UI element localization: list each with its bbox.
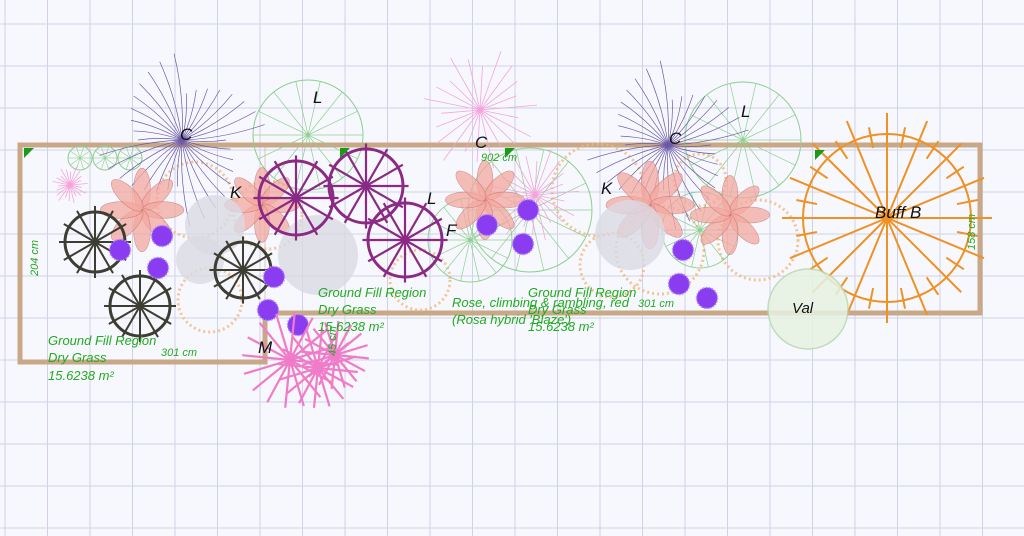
purple-aster	[256, 298, 280, 322]
plant-label-l: L	[313, 88, 322, 107]
svg-text:Ground Fill Region: Ground Fill Region	[318, 285, 426, 300]
plant-label-buff-b: Buff B	[875, 203, 921, 222]
grass-ring	[388, 248, 452, 312]
plant-label-l: L	[741, 102, 750, 121]
plant-label-k: K	[601, 179, 613, 198]
dark-wheel-plant[interactable]	[104, 270, 176, 342]
svg-text:Rose, climbing & rambling, red: Rose, climbing & rambling, red	[452, 295, 630, 310]
purple-aster	[667, 272, 691, 296]
svg-text:Dry Grass: Dry Grass	[318, 302, 377, 317]
purple-aster	[262, 265, 286, 289]
plant-label-c: C	[475, 133, 488, 152]
purple-aster	[108, 238, 132, 262]
dimension-label: 204 cm	[29, 240, 41, 277]
buff-b-tick	[899, 287, 907, 309]
buff-b-tick	[956, 198, 978, 206]
svg-text:Dry Grass: Dry Grass	[48, 350, 107, 365]
svg-text:15.6238 m²: 15.6238 m²	[48, 368, 114, 383]
plant-label-val: Val	[792, 300, 814, 317]
svg-text:Ground Fill Region: Ground Fill Region	[48, 333, 156, 348]
purple-aster	[150, 224, 174, 248]
buff-b-spoke	[886, 217, 962, 293]
svg-text:(Rosa hybrid 'Blaze'): (Rosa hybrid 'Blaze')	[452, 312, 571, 327]
plant-label-c: C	[669, 129, 682, 148]
petal-flower	[690, 175, 770, 255]
purple-aster	[146, 256, 170, 280]
dimension-label: 902 cm	[481, 152, 517, 164]
magenta-wheel-plant[interactable]	[323, 143, 409, 229]
dimension-label: 301 cm	[638, 298, 674, 310]
purple-aster	[475, 213, 499, 237]
ground-fill-label: Ground Fill Region Dry Grass 15.6238 m²	[48, 333, 156, 383]
purple-aster	[511, 232, 535, 256]
pink-burst	[52, 166, 88, 204]
purple-aster	[516, 198, 540, 222]
plant-label-f: F	[446, 221, 458, 240]
purple-aster	[695, 286, 719, 310]
garden-plan-canvas[interactable]: C C C L L L K K F M Buff B Val Ground Fi…	[0, 0, 1024, 536]
gray-shrub	[595, 200, 665, 270]
purple-aster	[671, 238, 695, 262]
green-shrub[interactable]	[684, 81, 802, 199]
dimension-label: 45 cm	[327, 326, 339, 356]
magenta-wheel-plant[interactable]	[362, 197, 448, 283]
dimension-label: 301 cm	[161, 347, 197, 359]
plant-label-l: L	[427, 189, 436, 208]
buff-b-tick	[796, 198, 818, 206]
buff-b-tick	[867, 287, 875, 309]
plant-label-m: M	[258, 338, 273, 357]
dimension-marker	[24, 148, 34, 158]
plant-label-c: C	[180, 125, 193, 144]
dimension-label: 158 cm	[966, 214, 978, 250]
plant-label-k: K	[230, 183, 242, 202]
